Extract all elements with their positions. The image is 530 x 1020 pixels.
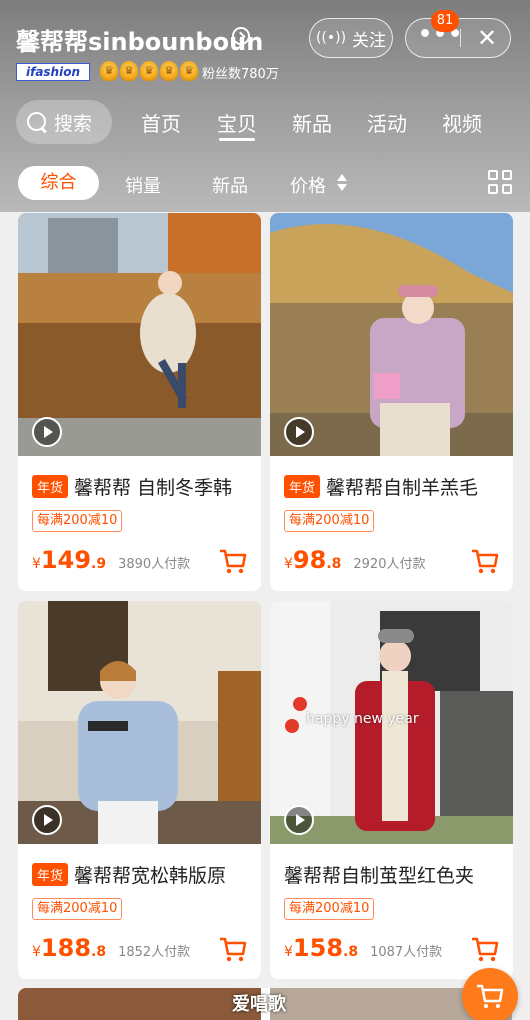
sold-count: 2920人付款 (353, 557, 426, 572)
price-row: ¥ 158 .8 1087人付款 (284, 934, 442, 962)
product-title[interactable]: 馨帮帮宽松韩版原 (74, 861, 226, 888)
sold-count: 3890人付款 (118, 557, 191, 572)
price-row: ¥ 149 .9 3890人付款 (32, 546, 190, 574)
watermark: 爱唱歌 (232, 994, 286, 1015)
cart-icon[interactable] (470, 934, 500, 964)
sold-count: 1852人付款 (118, 945, 191, 960)
capsule-divider (460, 29, 461, 47)
new-year-tag: 年货 (32, 862, 69, 886)
promo-badge: 每满200减10 (284, 510, 375, 532)
price-decimal: .8 (343, 944, 359, 960)
product-title[interactable]: 馨帮帮自制茧型红色夹 (284, 861, 474, 888)
play-icon[interactable] (32, 805, 62, 835)
product-image[interactable] (18, 213, 261, 456)
tab-videos[interactable]: 视频 (442, 108, 482, 137)
play-icon[interactable] (32, 417, 62, 447)
message-badge: 81 (431, 10, 459, 32)
play-icon[interactable] (284, 805, 314, 835)
crown-icon: ♛ (120, 61, 138, 81)
currency-symbol: ¥ (32, 944, 41, 960)
shop-name[interactable]: 馨帮帮sinbounboun (16, 22, 263, 57)
fans-count: 粉丝数780万 (202, 67, 279, 82)
currency-symbol: ¥ (32, 556, 41, 572)
cart-icon[interactable] (218, 546, 248, 576)
product-title[interactable]: 馨帮帮 自制冬季韩 (74, 473, 232, 500)
price-decimal: .9 (91, 556, 107, 572)
ifashion-logo: ifashion (16, 63, 90, 81)
cart-icon[interactable] (470, 546, 500, 576)
new-year-tag: 年货 (32, 474, 69, 498)
product-image[interactable] (270, 213, 513, 456)
tab-new[interactable]: 新品 (292, 108, 332, 137)
currency-symbol: ¥ (284, 556, 293, 572)
tab-home[interactable]: 首页 (141, 108, 181, 137)
search-label: 搜索 (54, 112, 93, 135)
follow-label: 关注 (352, 30, 387, 51)
product-card[interactable]: 年货 馨帮帮自制羊羔毛 每满200减10 ¥ 98 .8 2920人付款 (270, 213, 513, 591)
new-year-tag: 年货 (284, 474, 321, 498)
product-card[interactable]: happy new year 馨帮帮自制茧型红色夹 每满200减10 ¥ 158… (270, 601, 513, 979)
crown-icon: ♛ (140, 61, 158, 81)
price-integer: 188 (40, 934, 92, 962)
search-button[interactable]: 搜索 (16, 100, 112, 144)
product-card[interactable]: 年货 馨帮帮宽松韩版原 每满200减10 ¥ 188 .8 1852人付款 (18, 601, 261, 979)
close-button[interactable]: ✕ (470, 22, 504, 54)
currency-symbol: ¥ (284, 944, 293, 960)
promo-badge: 每满200减10 (284, 898, 375, 920)
chevron-right-icon[interactable] (232, 27, 250, 45)
price-integer: 98 (292, 546, 327, 574)
play-icon[interactable] (284, 417, 314, 447)
crown-icon: ♛ (160, 61, 178, 81)
price-decimal: .8 (91, 944, 107, 960)
cart-icon[interactable] (218, 934, 248, 964)
shop-level-crowns: ♛ ♛ ♛ ♛ ♛ (100, 61, 198, 81)
grid-view-icon[interactable] (488, 170, 514, 196)
price-row: ¥ 98 .8 2920人付款 (284, 546, 425, 574)
promo-badge: 每满200减10 (32, 510, 123, 532)
follow-button[interactable]: ((•)) 关注 (309, 18, 393, 58)
filter-overall[interactable]: 综合 (18, 166, 99, 200)
sort-arrows-icon[interactable] (336, 172, 348, 194)
product-title[interactable]: 馨帮帮自制羊羔毛 (326, 473, 478, 500)
price-decimal: .8 (326, 556, 342, 572)
crown-icon: ♛ (180, 61, 198, 81)
crown-icon: ♛ (100, 61, 118, 81)
product-image[interactable]: happy new year (270, 601, 513, 844)
active-tab-indicator (219, 138, 255, 141)
floating-cart-button[interactable] (462, 968, 518, 1020)
product-image[interactable] (18, 601, 261, 844)
broadcast-icon: ((•)) (315, 30, 347, 46)
sold-count: 1087人付款 (370, 945, 443, 960)
cart-icon (477, 984, 504, 1008)
tab-products[interactable]: 宝贝 (217, 108, 257, 137)
filter-sales[interactable]: 销量 (125, 172, 161, 198)
price-integer: 149 (40, 546, 92, 574)
image-caption: happy new year (306, 711, 419, 727)
filter-new[interactable]: 新品 (212, 172, 248, 198)
search-icon (26, 111, 48, 133)
tab-activities[interactable]: 活动 (367, 108, 407, 137)
price-integer: 158 (292, 934, 344, 962)
price-row: ¥ 188 .8 1852人付款 (32, 934, 190, 962)
filter-price[interactable]: 价格 (290, 172, 326, 198)
product-card[interactable]: 年货 馨帮帮 自制冬季韩 每满200减10 ¥ 149 .9 3890人付款 (18, 213, 261, 591)
promo-badge: 每满200减10 (32, 898, 123, 920)
